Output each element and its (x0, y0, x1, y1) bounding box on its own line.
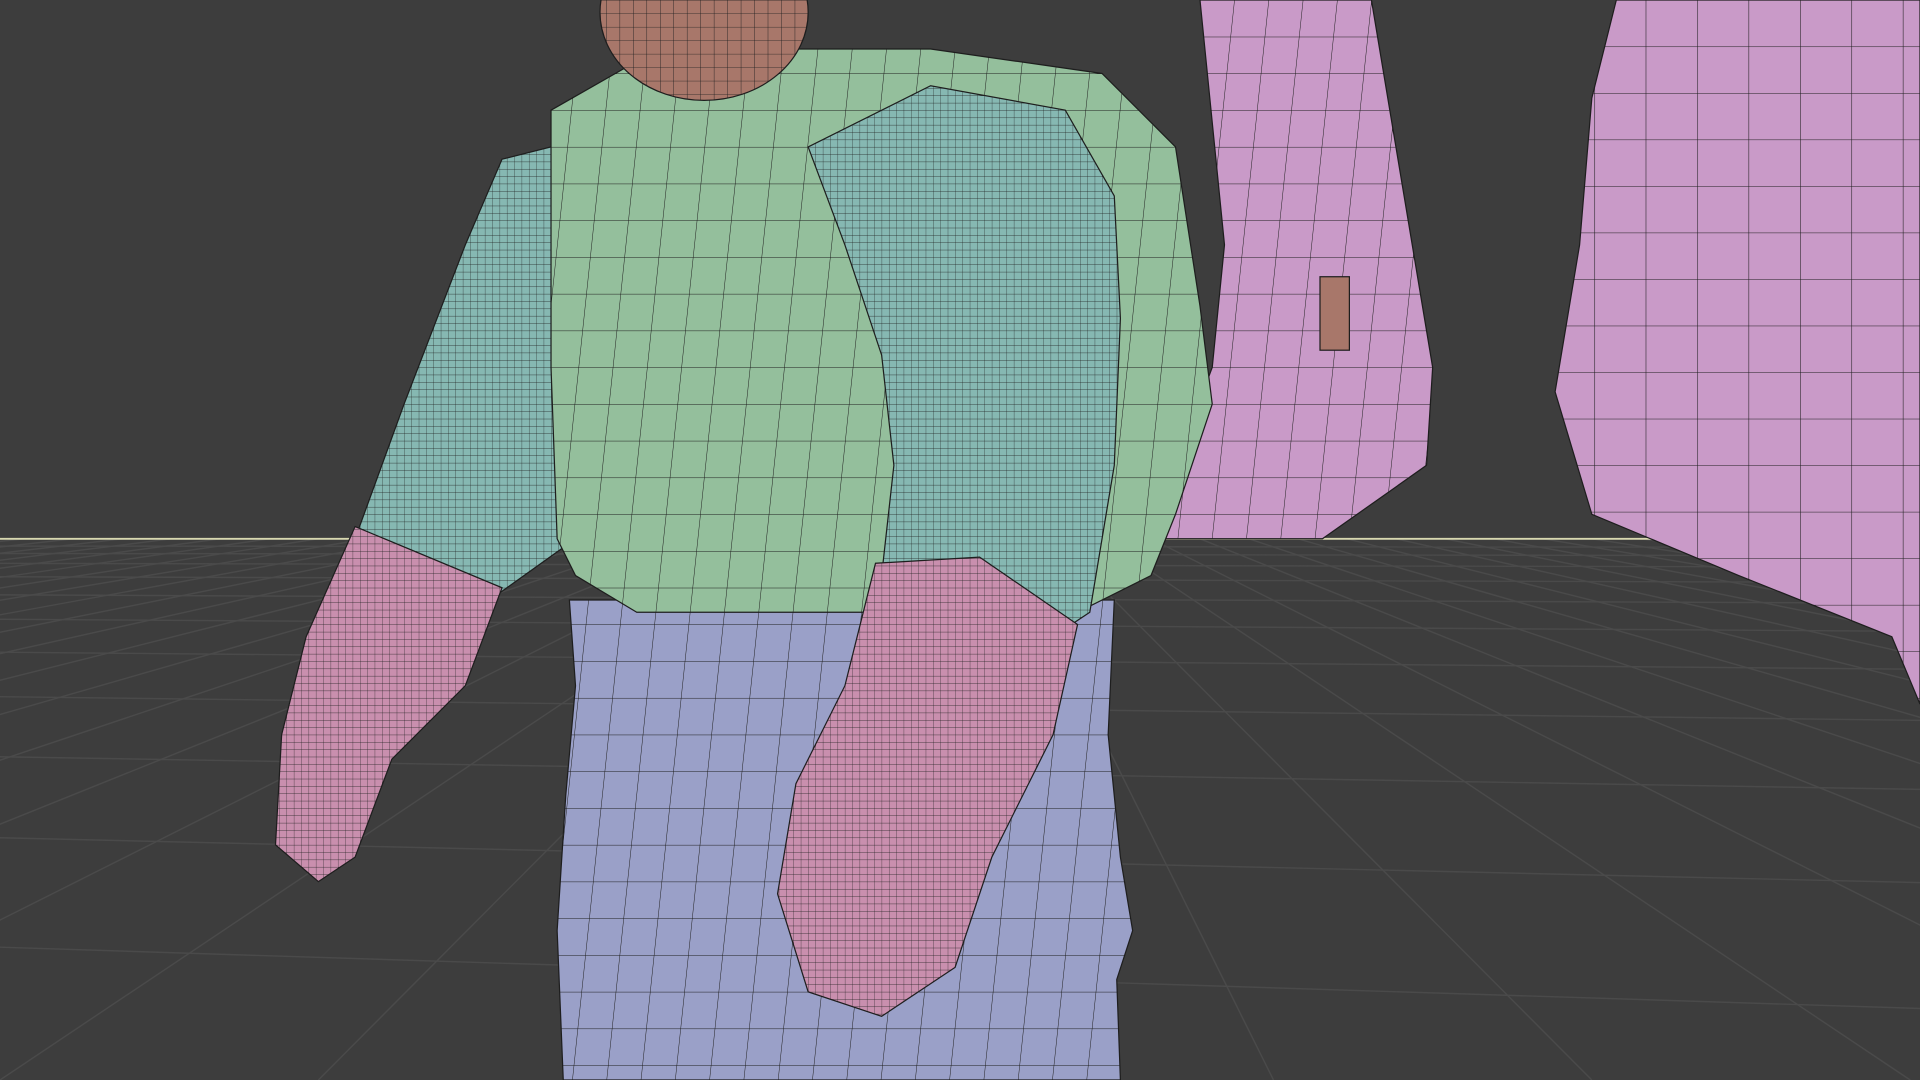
left-glove-mesh (274, 525, 503, 883)
floor-grid-line (1101, 538, 1911, 1080)
backpack-buckle (1319, 276, 1350, 351)
viewport-canvas[interactable] (0, 0, 1920, 1080)
3d-viewport[interactable] (0, 0, 1920, 1080)
floor-grid-line (1199, 538, 1920, 829)
right-object-mesh (1554, 0, 1920, 705)
floor-grid-line (1395, 538, 1920, 657)
floor-grid-line (1150, 538, 1920, 926)
floor-grid-line (1248, 538, 1920, 765)
backpack-mesh (1156, 0, 1434, 540)
floor-grid-line (1052, 538, 1593, 1080)
